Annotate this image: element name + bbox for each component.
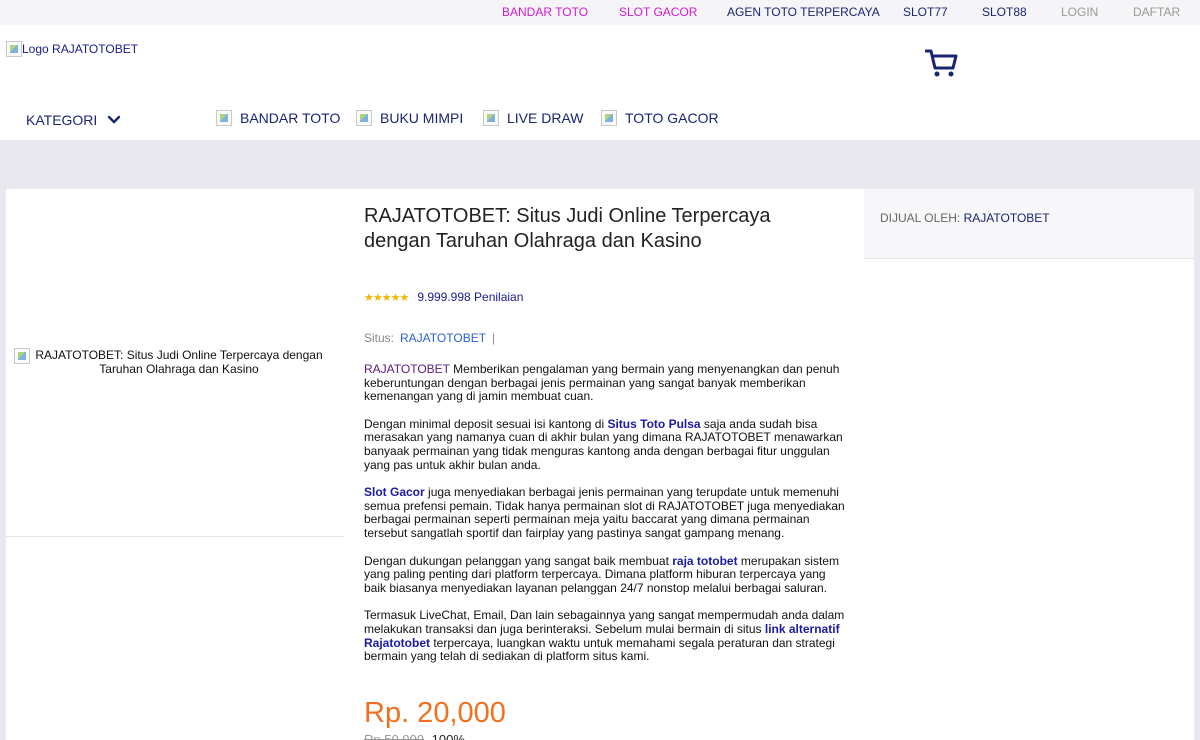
seller-panel: DIJUAL OLEH: RAJATOTOBET: [864, 189, 1194, 259]
broken-image-icon: [483, 110, 499, 126]
broken-image-icon: [216, 110, 232, 126]
slot-gacor-link[interactable]: Slot Gacor: [364, 485, 425, 499]
product-image[interactable]: RAJATOTOBET: Situs Judi Online Terpercay…: [14, 348, 344, 376]
nav-label: BANDAR TOTO: [240, 110, 341, 126]
topnav-slot88[interactable]: SLOT88: [982, 5, 1027, 19]
paragraph-text: Dengan dukungan pelanggan yang sangat ba…: [364, 553, 673, 568]
situs-label: Situs:: [364, 331, 395, 345]
site-logo[interactable]: Logo RAJATOTOBET: [6, 41, 138, 57]
product-description: RAJATOTOBET Memberikan pengalaman yang b…: [364, 362, 848, 678]
nav-buku-mimpi[interactable]: BUKU MIMPI: [356, 110, 463, 126]
seller-label: DIJUAL OLEH:: [880, 211, 961, 225]
nav-live-draw[interactable]: LIVE DRAW: [483, 110, 584, 126]
login-link[interactable]: LOGIN: [1061, 5, 1098, 19]
broken-image-icon: [601, 110, 617, 126]
description-paragraph: Dengan minimal deposit sesuai isi kanton…: [364, 416, 848, 472]
situs-link[interactable]: RAJATOTOBET: [400, 331, 486, 345]
situs-row: Situs: RAJATOTOBET |: [364, 331, 495, 345]
description-paragraph: Dengan dukungan pelanggan yang sangat ba…: [364, 553, 848, 596]
product-price: Rp. 20,000: [364, 697, 506, 729]
shopping-cart-icon[interactable]: [925, 48, 959, 78]
chevron-down-icon: [108, 115, 121, 124]
old-price-row: Rp 50,000 100%: [364, 732, 465, 740]
product-title: RAJATOTOBET: Situs Judi Online Terpercay…: [364, 205, 771, 252]
paragraph-text: Dengan minimal deposit sesuai isi kanton…: [364, 416, 608, 431]
topnav-slot-gacor[interactable]: SLOT GACOR: [619, 5, 697, 19]
paragraph-text: terpercaya, luangkan waktu untuk memaham…: [364, 635, 835, 664]
product-image-panel: RAJATOTOBET: Situs Judi Online Terpercay…: [6, 189, 344, 537]
seller-link[interactable]: RAJATOTOBET: [964, 211, 1050, 225]
kategori-dropdown[interactable]: KATEGORI: [26, 112, 121, 128]
star-rating-icon: ★★★★★: [364, 291, 409, 304]
raja-totobet-link[interactable]: raja totobet: [672, 554, 737, 568]
rajatotobet-link[interactable]: RAJATOTOBET: [364, 362, 450, 376]
broken-image-icon: [356, 110, 372, 126]
description-paragraph: Termasuk LiveChat, Email, Dan lain sebag…: [364, 609, 848, 663]
topnav-bandar-toto[interactable]: BANDAR TOTO: [502, 5, 588, 19]
rating-count[interactable]: 9.999.998 Penilaian: [417, 290, 523, 304]
product-card: RAJATOTOBET: Situs Judi Online Terpercay…: [6, 189, 1194, 740]
top-bar: BANDAR TOTO SLOT GACOR AGEN TOTO TERPERC…: [0, 0, 1200, 25]
situs-toto-pulsa-link[interactable]: Situs Toto Pulsa: [607, 417, 700, 431]
paragraph-text: juga menyediakan berbagai jenis permaina…: [364, 485, 845, 540]
rating-row: ★★★★★ 9.999.998 Penilaian: [364, 290, 523, 304]
broken-image-icon: [6, 41, 22, 57]
nav-bandar-toto[interactable]: BANDAR TOTO: [216, 110, 340, 126]
description-paragraph: Slot Gacor juga menyediakan berbagai jen…: [364, 485, 848, 540]
kategori-label: KATEGORI: [26, 112, 98, 128]
broken-image-icon: [14, 348, 30, 364]
old-price: Rp 50,000: [364, 732, 424, 740]
product-image-alt: RAJATOTOBET: Situs Judi Online Terpercay…: [35, 348, 323, 376]
topnav-slot77[interactable]: SLOT77: [903, 5, 948, 19]
daftar-link[interactable]: DAFTAR: [1133, 5, 1180, 19]
nav-toto-gacor[interactable]: TOTO GACOR: [601, 110, 719, 126]
nav-label: BUKU MIMPI: [380, 110, 464, 126]
description-paragraph: RAJATOTOBET Memberikan pengalaman yang b…: [364, 362, 848, 404]
nav-label: TOTO GACOR: [625, 110, 719, 126]
topnav-agen-toto[interactable]: AGEN TOTO TERPERCAYA: [727, 5, 880, 19]
situs-separator: |: [492, 331, 496, 345]
discount-badge: 100%: [431, 732, 465, 740]
nav-label: LIVE DRAW: [507, 110, 584, 126]
logo-alt-text: Logo RAJATOTOBET: [22, 42, 139, 56]
